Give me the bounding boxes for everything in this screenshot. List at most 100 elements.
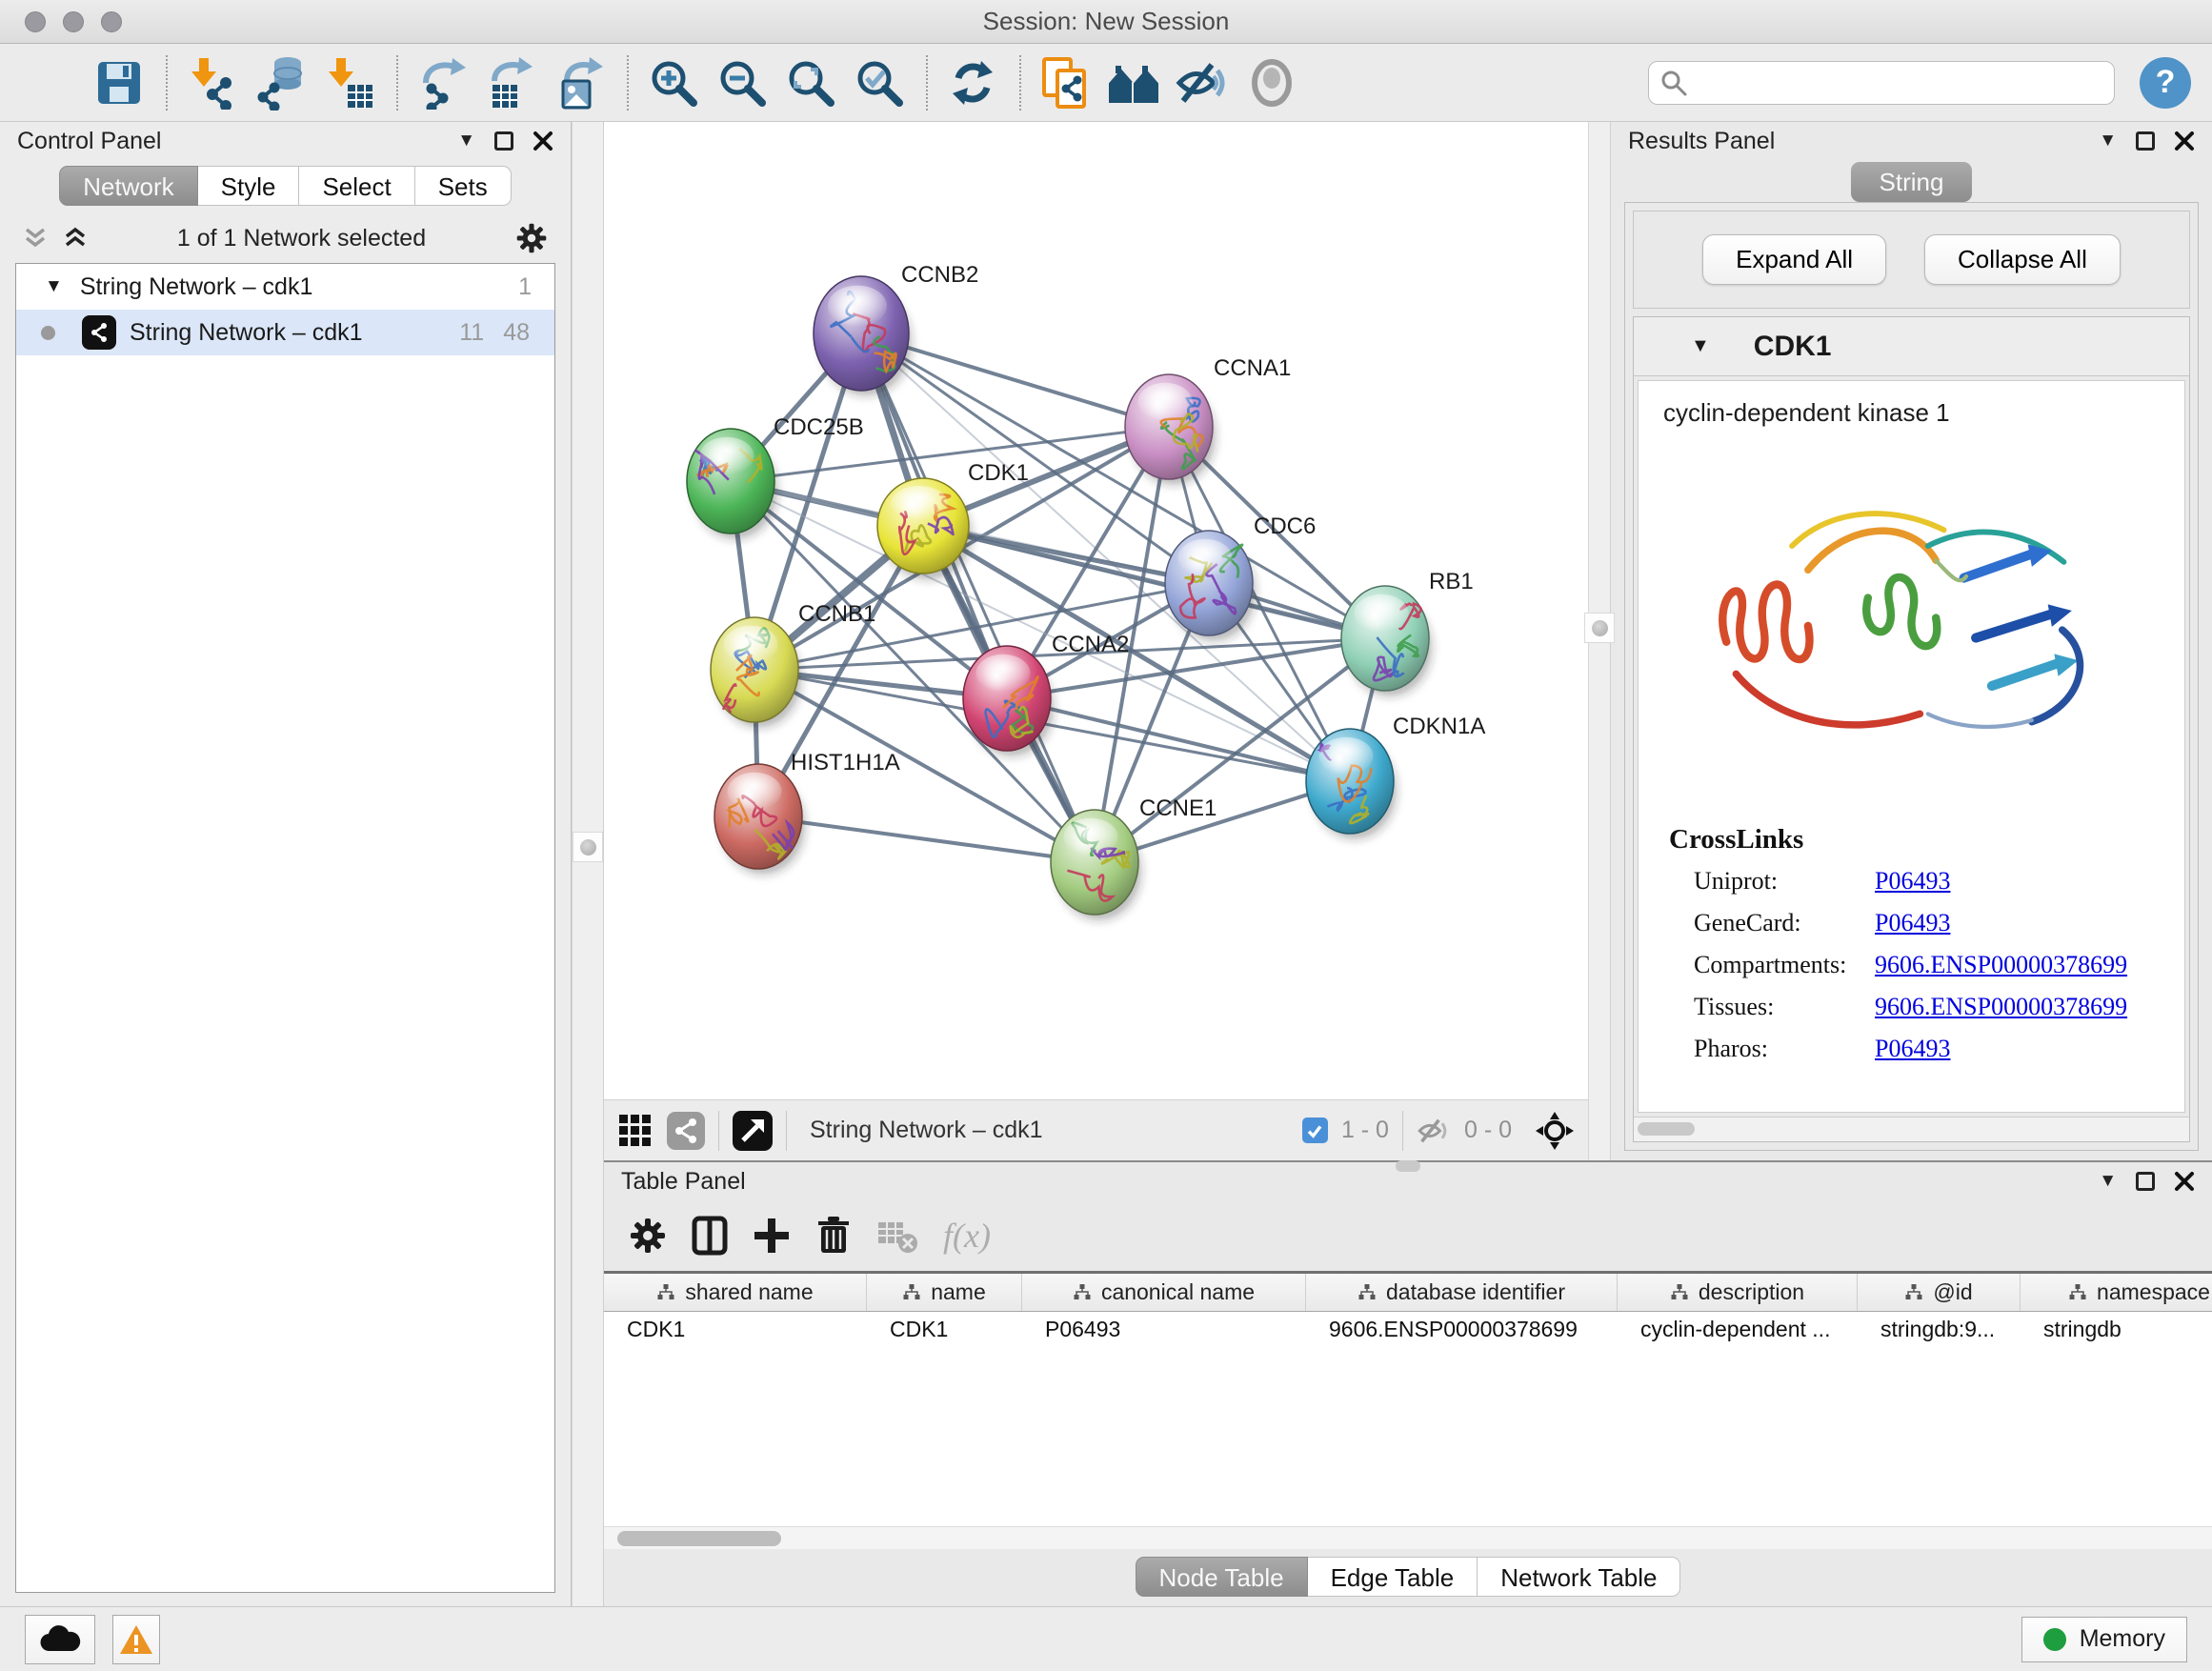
network-node[interactable] (877, 478, 972, 579)
table-cell: stringdb:9... (1858, 1312, 2021, 1346)
panel-float-icon[interactable] (494, 131, 513, 151)
zoom-fit-button[interactable] (781, 53, 840, 112)
right-splitter-grip[interactable] (1584, 613, 1615, 643)
cloud-button[interactable] (25, 1615, 95, 1664)
table-panel-menu-icon[interactable]: ▼ (2099, 1171, 2117, 1192)
network-node[interactable] (1051, 810, 1141, 920)
zoom-selected-icon (854, 57, 905, 109)
window-title: Session: New Session (0, 7, 2212, 36)
results-panel-title: Results Panel (1628, 128, 1775, 155)
search-input[interactable] (1697, 70, 2102, 96)
panel-close-icon[interactable] (533, 131, 553, 151)
table-row[interactable]: CDK1CDK1P064939606.ENSP00000378699cyclin… (604, 1312, 2212, 1346)
export-network-button[interactable] (413, 53, 473, 112)
table-panel-grip[interactable] (1396, 1160, 1420, 1172)
column-header[interactable]: database identifier (1306, 1274, 1618, 1311)
network-row[interactable]: String Network – cdk1 11 48 (16, 310, 554, 355)
table-cell: CDK1 (604, 1312, 867, 1346)
column-header[interactable]: @id (1858, 1274, 2021, 1311)
add-column-icon[interactable] (753, 1217, 791, 1255)
column-header-label: namespace (2097, 1279, 2210, 1305)
tree-collapse-icon[interactable]: ▼ (45, 276, 63, 297)
protein-accordion-header[interactable]: ▼ CDK1 (1634, 317, 2189, 376)
network-collection-row[interactable]: ▼ String Network – cdk1 1 (16, 264, 554, 310)
save-session-button[interactable] (90, 53, 149, 112)
zoom-selected-button[interactable] (850, 53, 909, 112)
new-network-from-selection-button[interactable] (1036, 53, 1096, 112)
expand-all-button[interactable]: Expand All (1702, 234, 1886, 285)
network-node[interactable] (1306, 729, 1397, 839)
tab-node-table[interactable]: Node Table (1136, 1557, 1308, 1597)
crosslink-value-link[interactable]: 9606.ENSP00000378699 (1875, 951, 2127, 979)
tab-network-table[interactable]: Network Table (1478, 1557, 1680, 1597)
tab-select[interactable]: Select (299, 166, 414, 206)
network-node[interactable] (814, 276, 912, 395)
collapse-all-button[interactable]: Collapse All (1924, 234, 2121, 285)
memory-button[interactable]: Memory (2021, 1617, 2187, 1662)
column-header[interactable]: namespace (2021, 1274, 2212, 1311)
network-node[interactable] (711, 617, 801, 728)
refresh-layout-button[interactable] (943, 53, 1002, 112)
results-panel-menu-icon[interactable]: ▼ (2099, 131, 2117, 151)
network-node[interactable] (714, 764, 805, 875)
import-table-button[interactable] (320, 53, 379, 112)
import-network-button[interactable] (183, 53, 242, 112)
column-header[interactable]: name (867, 1274, 1022, 1311)
table-panel-close-icon[interactable] (2174, 1171, 2195, 1192)
panel-menu-icon[interactable]: ▼ (457, 131, 475, 151)
network-edge (861, 333, 1095, 862)
delete-column-icon[interactable] (815, 1216, 852, 1256)
crosslink-value-link[interactable]: 9606.ENSP00000378699 (1875, 993, 2127, 1021)
expand-all-icon[interactable] (63, 226, 88, 251)
tab-style[interactable]: Style (198, 166, 300, 206)
grid-view-button[interactable] (617, 1113, 654, 1149)
tab-network[interactable]: Network (59, 166, 197, 206)
network-view-button[interactable] (667, 1112, 705, 1150)
collapse-all-icon[interactable] (23, 226, 48, 251)
scrollbar-thumb[interactable] (617, 1531, 781, 1546)
network-canvas[interactable]: CCNB2CCNA1CDC25BCDK1CDC6RB1CCNB1CCNA2CDK… (604, 122, 1588, 1099)
table-panel-float-icon[interactable] (2136, 1172, 2155, 1191)
help-button[interactable]: ? (2140, 57, 2191, 109)
table-horizontal-scrollbar[interactable] (604, 1526, 2212, 1549)
warnings-button[interactable] (112, 1615, 160, 1664)
column-header[interactable]: canonical name (1022, 1274, 1306, 1311)
results-panel-float-icon[interactable] (2136, 131, 2155, 151)
show-graphics-button[interactable] (1242, 53, 1301, 112)
export-image-button[interactable] (551, 53, 610, 112)
function-builder-button[interactable]: f(x) (943, 1216, 991, 1256)
right-splitter[interactable] (1588, 122, 1611, 1160)
collection-label: String Network – cdk1 (80, 273, 313, 301)
accordion-collapse-icon[interactable]: ▼ (1691, 335, 1710, 357)
crosslink-value-link[interactable]: P06493 (1875, 909, 1950, 937)
zoom-out-button[interactable] (713, 53, 772, 112)
zoom-out-icon (716, 57, 768, 109)
clear-table-icon[interactable] (876, 1217, 918, 1255)
string-home-button[interactable] (1105, 53, 1164, 112)
gear-icon[interactable] (515, 222, 548, 254)
hide-graphics-button[interactable] (1174, 53, 1233, 112)
show-columns-icon[interactable] (692, 1216, 728, 1256)
results-panel-close-icon[interactable] (2174, 131, 2195, 151)
import-database-button[interactable] (251, 53, 311, 112)
tab-sets[interactable]: Sets (415, 166, 512, 206)
column-header[interactable]: shared name (604, 1274, 867, 1311)
birds-eye-view-button[interactable] (733, 1111, 773, 1151)
crosslink-value-link[interactable]: P06493 (1875, 867, 1950, 896)
tab-edge-table[interactable]: Edge Table (1308, 1557, 1478, 1597)
tab-string[interactable]: String (1851, 162, 1973, 202)
open-session-button[interactable] (21, 53, 80, 112)
export-table-button[interactable] (482, 53, 541, 112)
zoom-in-button[interactable] (644, 53, 703, 112)
table-settings-gear-icon[interactable] (629, 1217, 667, 1255)
network-node[interactable] (1341, 586, 1432, 696)
results-scrollbar[interactable] (1634, 1117, 2189, 1141)
selected-nodes-checkbox[interactable] (1302, 1117, 1328, 1143)
left-splitter[interactable] (572, 122, 604, 1606)
column-header[interactable]: description (1618, 1274, 1858, 1311)
search-box (1648, 61, 2115, 105)
network-node[interactable] (1125, 374, 1216, 485)
crosslink-value-link[interactable]: P06493 (1875, 1035, 1950, 1063)
left-splitter-grip[interactable] (573, 832, 603, 862)
fit-selected-button[interactable] (1535, 1111, 1575, 1151)
